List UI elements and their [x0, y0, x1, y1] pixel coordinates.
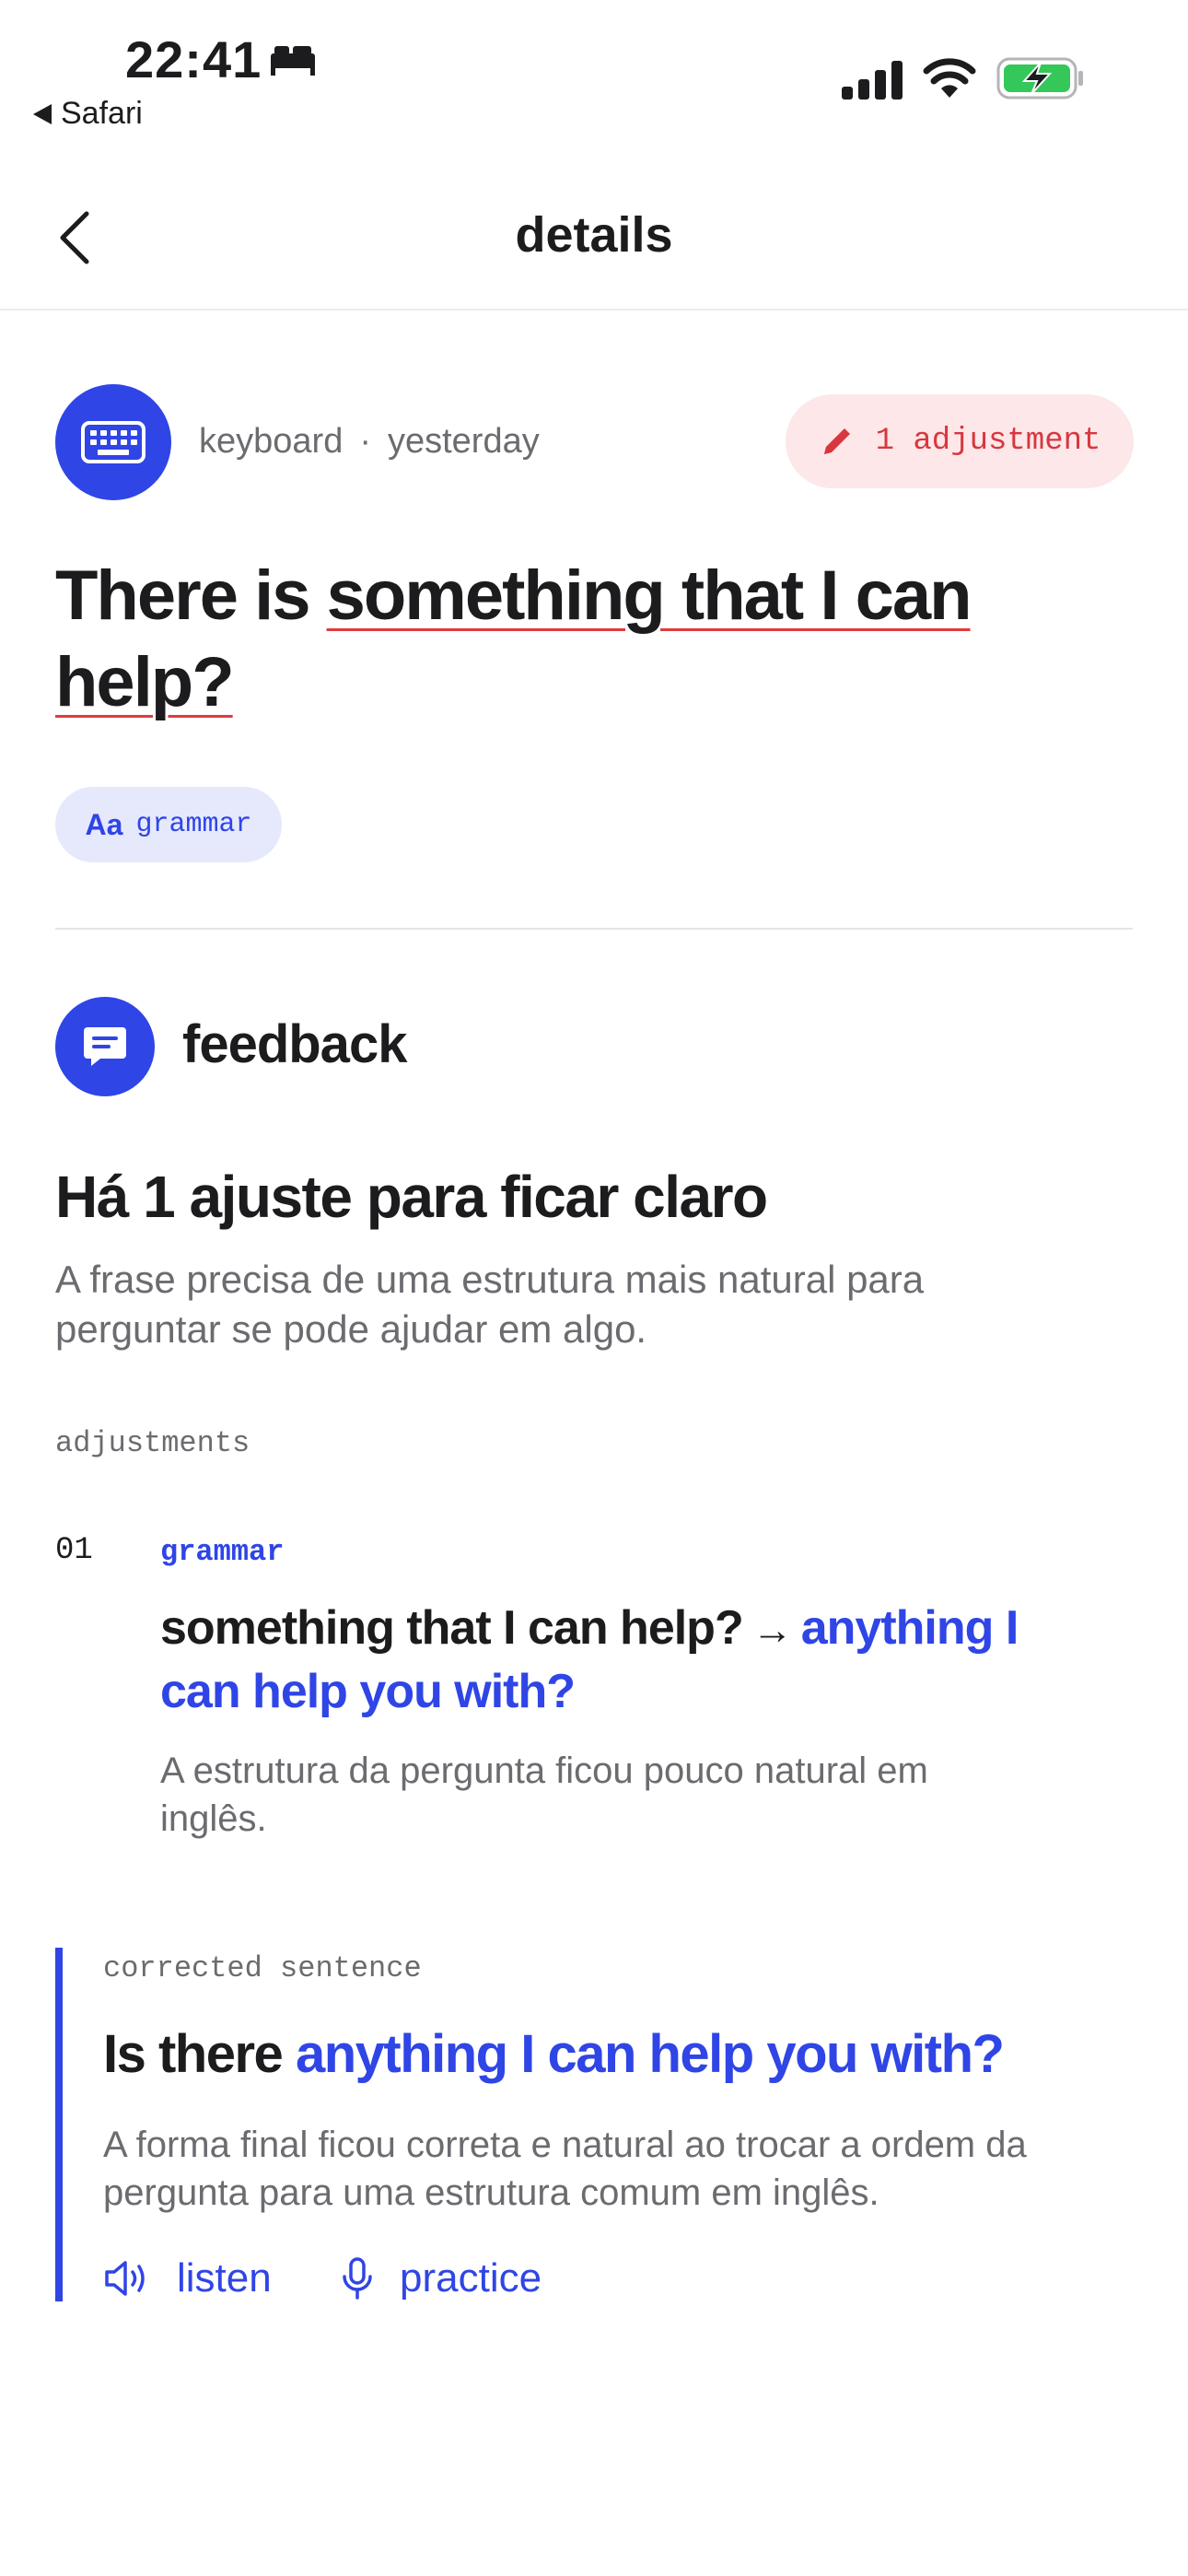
adjustment-number: 01 [55, 1533, 93, 1568]
adjustment-explanation: A estrutura da pergunta ficou pouco natu… [160, 1751, 928, 1839]
corrected-prefix: Is there [103, 2024, 296, 2084]
entry-source: keyboard · yesterday [199, 422, 540, 462]
feedback-headline: Há 1 ajuste para ficar claro [55, 1164, 768, 1230]
keyboard-icon [81, 421, 146, 463]
listen-button[interactable]: listen [103, 2255, 272, 2301]
wifi-icon [923, 58, 976, 98]
back-triangle-icon [33, 103, 52, 124]
microphone-icon [343, 2257, 372, 2300]
source-label: keyboard [199, 422, 344, 461]
grammar-chip-label: grammar [135, 809, 252, 840]
pencil-icon [823, 428, 850, 454]
page-title: details [515, 207, 673, 263]
corrected-highlight: anything I can help you with? [295, 2024, 1005, 2084]
grammar-chip-aa: Aa [85, 807, 123, 841]
status-time: 22:41 [125, 30, 262, 88]
entry-time: yesterday [387, 422, 540, 461]
adjustment-change: something that I can help? → anything I ca… [160, 1598, 1081, 1722]
separator-dot: · [359, 422, 371, 461]
speaker-icon [105, 2261, 145, 2296]
signal-icon [842, 61, 903, 100]
back-app-label: Safari [61, 96, 143, 131]
feedback-title: feedback [182, 1014, 407, 1074]
adjustments-label: adjustments [55, 1426, 250, 1460]
corrected-explanation: A forma final ficou correta e natural ao… [103, 2125, 1027, 2213]
section-divider [55, 928, 1133, 930]
adjustment-from: something that I can help? [160, 1601, 744, 1655]
battery-charging-icon [996, 57, 1083, 100]
corrected-accent-bar [55, 1948, 63, 2301]
grammar-tag-chip[interactable]: Aa grammar [55, 787, 282, 862]
listen-label: listen [177, 2255, 272, 2301]
chat-bubble-icon [84, 1027, 126, 1066]
adjustment-count-badge[interactable]: 1 adjustment [786, 394, 1134, 488]
sentence-prefix: There is [55, 556, 327, 635]
practice-button[interactable]: practice [341, 2255, 542, 2301]
original-sentence: There is something that I can help? [55, 553, 976, 726]
back-to-safari[interactable]: Safari [33, 96, 143, 132]
feedback-avatar [55, 997, 155, 1096]
corrected-label: corrected sentence [103, 1951, 422, 1985]
bed-icon [271, 46, 315, 76]
practice-label: practice [400, 2255, 542, 2301]
adjustment-count-label: 1 adjustment [875, 424, 1101, 459]
keyboard-source-avatar [55, 384, 171, 500]
arrow-right-icon: → [751, 1608, 793, 1653]
nav-divider [0, 309, 1188, 310]
adjustment-category: grammar [160, 1535, 285, 1569]
feedback-summary: A frase precisa de uma estrutura mais na… [55, 1258, 925, 1351]
corrected-sentence: Is there anything I can help you with? [103, 2023, 1005, 2085]
